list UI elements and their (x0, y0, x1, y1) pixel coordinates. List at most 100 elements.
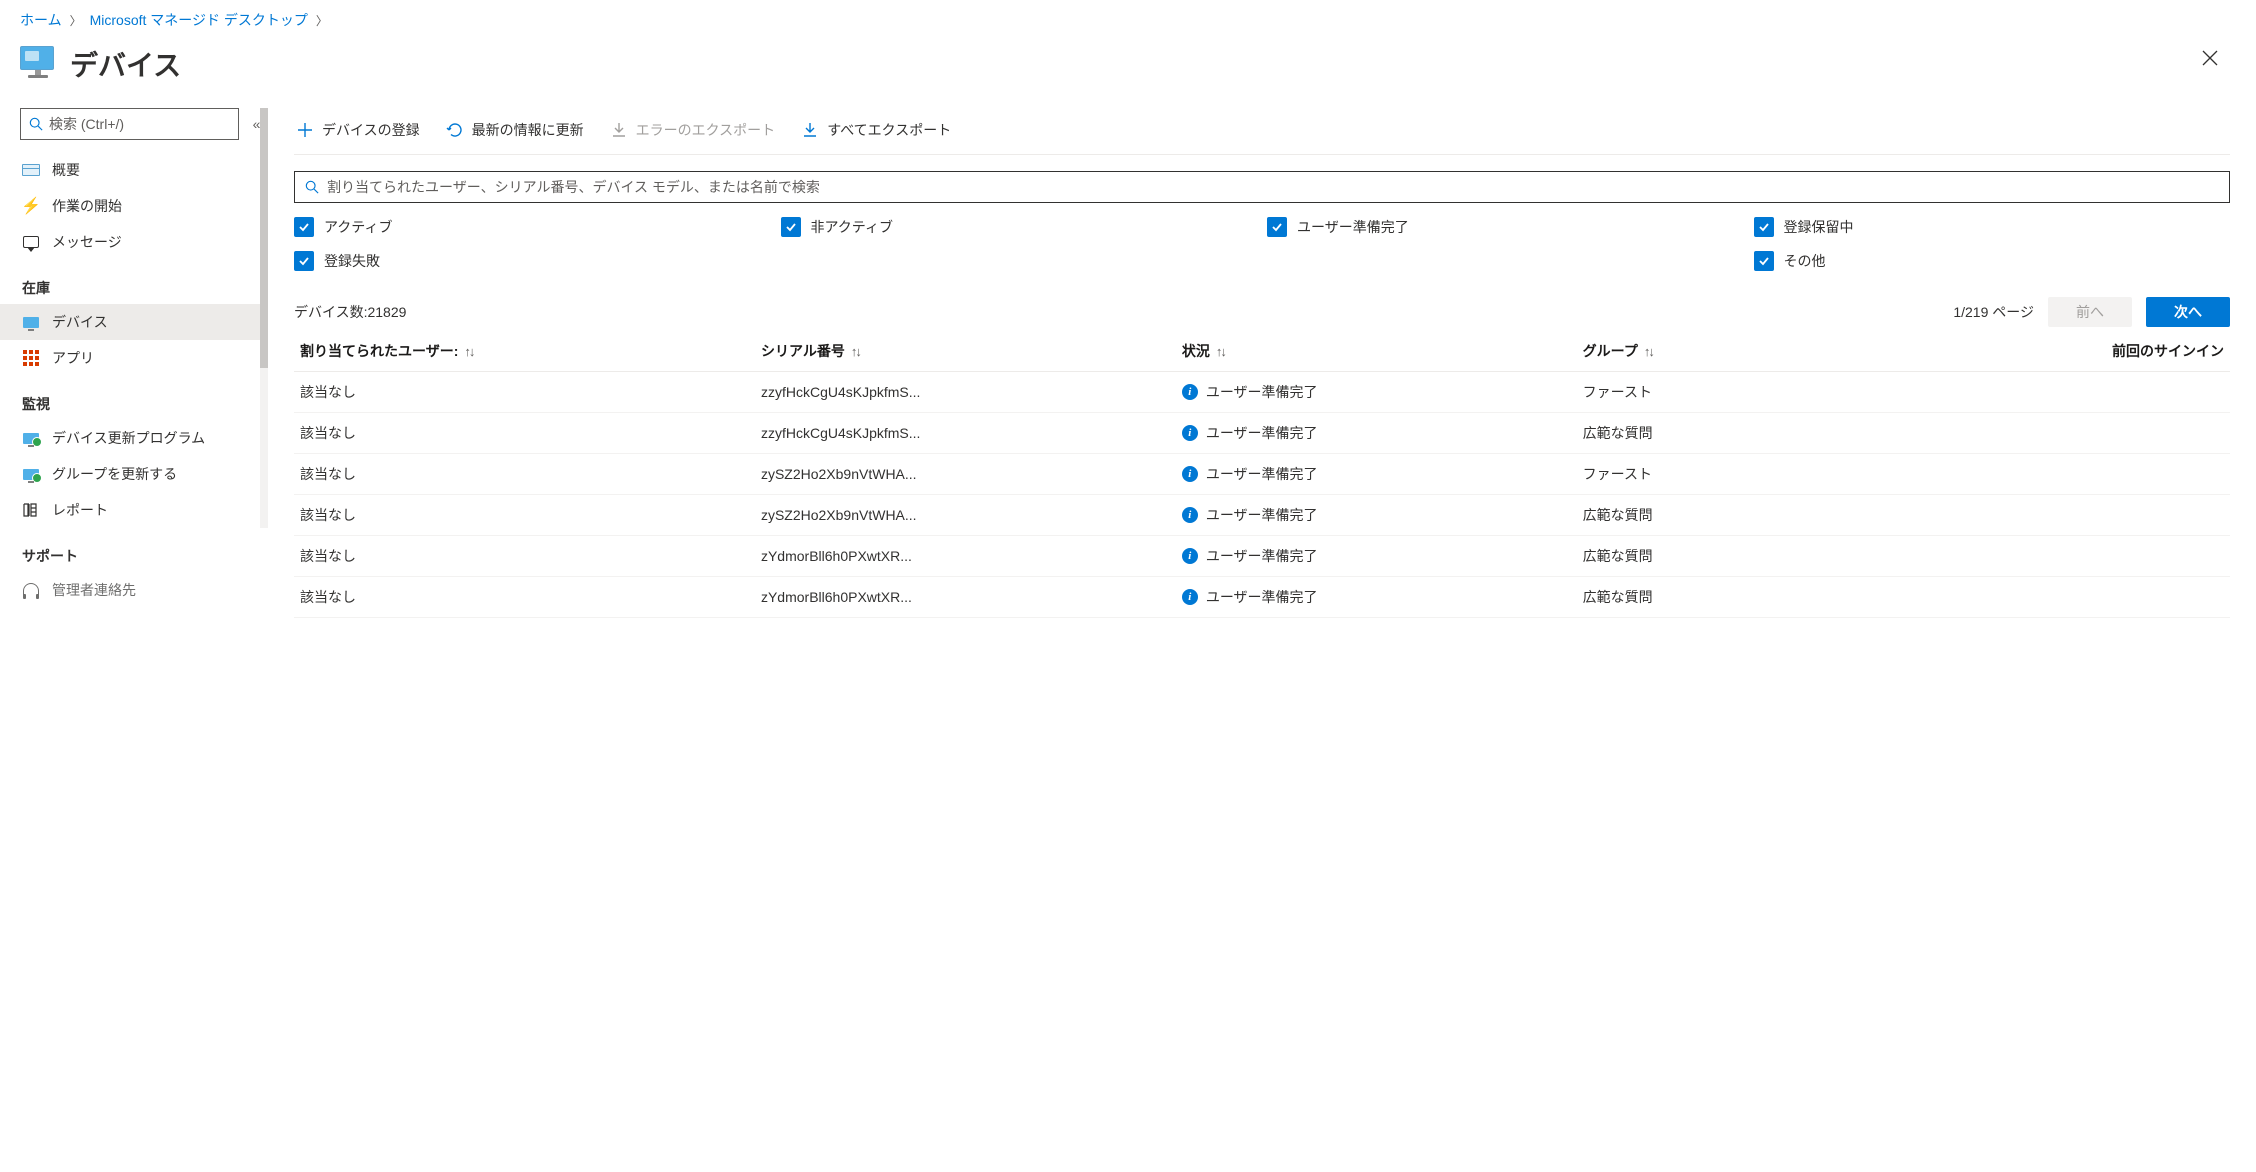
export-all-button[interactable]: すべてエクスポート (799, 116, 953, 144)
filter-label: 非アクティブ (811, 217, 893, 237)
filter-reg-failed[interactable]: 登録失敗 (294, 251, 771, 271)
table-row[interactable]: 該当なしzySZ2Ho2Xb9nVtWHA...iユーザー準備完了広範な質問 (294, 495, 2230, 536)
download-icon (610, 121, 628, 139)
info-icon: i (1182, 425, 1198, 441)
breadcrumb-mmd[interactable]: Microsoft マネージド デスクトップ (90, 10, 308, 30)
filter-reg-pending[interactable]: 登録保留中 (1754, 217, 2231, 237)
filter-active[interactable]: アクティブ (294, 217, 771, 237)
cell-serial: zzyfHckCgU4sKJpkfmS... (761, 425, 1182, 441)
monitor-icon (22, 313, 40, 331)
info-icon: i (1182, 466, 1198, 482)
breadcrumb: ホーム 〉 Microsoft マネージド デスクトップ 〉 (0, 0, 2256, 36)
sidebar-search[interactable] (20, 108, 239, 140)
cell-serial: zzyfHckCgU4sKJpkfmS... (761, 384, 1182, 400)
devices-icon (20, 46, 56, 82)
breadcrumb-home[interactable]: ホーム (20, 10, 62, 30)
nav-overview[interactable]: 概要 (0, 152, 268, 188)
nav-label: グループを更新する (52, 464, 177, 484)
filter-label: その他 (1784, 251, 1826, 271)
cell-serial: zYdmorBll6h0PXwtXR... (761, 548, 1182, 564)
prev-page-button: 前へ (2048, 297, 2132, 327)
info-icon: i (1182, 507, 1198, 523)
nav-group-updates[interactable]: グループを更新する (0, 456, 268, 492)
device-count: デバイス数:21829 (294, 302, 406, 322)
filters: アクティブ 非アクティブ ユーザー準備完了 登録保留中 (294, 155, 2230, 279)
button-label: デバイスの登録 (322, 120, 420, 140)
info-icon: i (1182, 548, 1198, 564)
page-header: デバイス (0, 36, 2256, 108)
nav-admin-contacts[interactable]: 管理者連絡先 (0, 572, 268, 608)
close-button[interactable] (2192, 40, 2228, 76)
filter-other[interactable]: その他 (1754, 251, 2231, 271)
checkbox-checked-icon[interactable] (1754, 217, 1774, 237)
cell-status: iユーザー準備完了 (1182, 546, 1583, 566)
device-search-input[interactable] (327, 179, 2219, 195)
checkbox-checked-icon[interactable] (1754, 251, 1774, 271)
monitor-update-icon (22, 429, 40, 447)
button-label: エラーのエクスポート (636, 120, 776, 140)
sort-icon: ↑↓ (1216, 344, 1225, 359)
message-icon (22, 233, 40, 251)
cell-user: 該当なし (300, 587, 761, 607)
chevron-right-icon: 〉 (316, 12, 328, 29)
checkbox-checked-icon[interactable] (294, 217, 314, 237)
nav-reports[interactable]: レポート (0, 492, 268, 528)
search-icon (305, 180, 319, 194)
close-icon (2202, 50, 2218, 66)
nav-label: レポート (52, 500, 108, 520)
nav-label: デバイス更新プログラム (52, 428, 205, 448)
info-icon: i (1182, 589, 1198, 605)
checkbox-checked-icon[interactable] (1267, 217, 1287, 237)
cell-group: 広範な質問 (1583, 546, 1944, 566)
export-errors-button: エラーのエクスポート (608, 116, 778, 144)
bolt-icon: ⚡ (22, 197, 40, 215)
nav-getstarted[interactable]: ⚡ 作業の開始 (0, 188, 268, 224)
cell-group: ファースト (1583, 464, 1944, 484)
sidebar-scrollbar[interactable] (260, 108, 268, 528)
checkbox-checked-icon[interactable] (294, 251, 314, 271)
nav-device-updates[interactable]: デバイス更新プログラム (0, 420, 268, 456)
cell-group: 広範な質問 (1583, 423, 1944, 443)
sidebar: « 概要 ⚡ 作業の開始 メッセージ 在庫 デバイス アプ (0, 108, 268, 1172)
overview-icon (22, 161, 40, 179)
device-search[interactable] (294, 171, 2230, 203)
table-row[interactable]: 該当なしzYdmorBll6h0PXwtXR...iユーザー準備完了広範な質問 (294, 536, 2230, 577)
cell-user: 該当なし (300, 464, 761, 484)
filter-label: ユーザー準備完了 (1297, 217, 1409, 237)
nav-messages[interactable]: メッセージ (0, 224, 268, 260)
download-icon (801, 121, 819, 139)
devices-table: 割り当てられたユーザー:↑↓ シリアル番号↑↓ 状況↑↓ グループ↑↓ 前回のサ… (294, 331, 2230, 1172)
col-serial[interactable]: シリアル番号↑↓ (761, 341, 1182, 361)
table-row[interactable]: 該当なしzYdmorBll6h0PXwtXR...iユーザー準備完了広範な質問 (294, 577, 2230, 618)
filter-user-ready[interactable]: ユーザー準備完了 (1267, 217, 1744, 237)
sort-icon: ↑↓ (851, 344, 860, 359)
cell-user: 該当なし (300, 423, 761, 443)
register-devices-button[interactable]: デバイスの登録 (294, 116, 422, 144)
col-last-signin[interactable]: 前回のサインイン (1943, 341, 2224, 361)
nav-apps[interactable]: アプリ (0, 340, 268, 376)
checkbox-checked-icon[interactable] (781, 217, 801, 237)
headset-icon (22, 581, 40, 599)
nav-label: 作業の開始 (52, 196, 122, 216)
info-icon: i (1182, 384, 1198, 400)
filter-label: 登録保留中 (1784, 217, 1854, 237)
filter-inactive[interactable]: 非アクティブ (781, 217, 1258, 237)
sort-icon: ↑↓ (1644, 344, 1653, 359)
sidebar-search-input[interactable] (49, 116, 230, 132)
col-user[interactable]: 割り当てられたユーザー:↑↓ (300, 341, 761, 361)
filter-label: 登録失敗 (324, 251, 380, 271)
button-label: すべてエクスポート (827, 120, 951, 140)
cell-group: 広範な質問 (1583, 587, 1944, 607)
table-row[interactable]: 該当なしzySZ2Ho2Xb9nVtWHA...iユーザー準備完了ファースト (294, 454, 2230, 495)
col-group[interactable]: グループ↑↓ (1583, 341, 1944, 361)
nav-label: アプリ (52, 348, 94, 368)
refresh-button[interactable]: 最新の情報に更新 (444, 116, 586, 144)
next-page-button[interactable]: 次へ (2146, 297, 2230, 327)
col-status[interactable]: 状況↑↓ (1182, 341, 1583, 361)
section-support: サポート (20, 528, 268, 572)
nav-devices[interactable]: デバイス (0, 304, 268, 340)
filter-label: アクティブ (324, 217, 392, 237)
main-content: デバイスの登録 最新の情報に更新 エラーのエクスポート すべてエクスポート (268, 108, 2256, 1172)
table-row[interactable]: 該当なしzzyfHckCgU4sKJpkfmS...iユーザー準備完了ファースト (294, 372, 2230, 413)
table-row[interactable]: 該当なしzzyfHckCgU4sKJpkfmS...iユーザー準備完了広範な質問 (294, 413, 2230, 454)
